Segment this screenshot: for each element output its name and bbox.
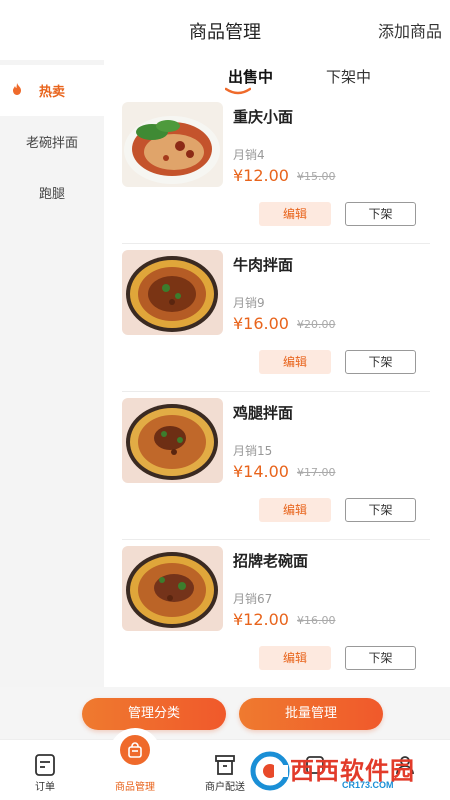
monthly-sales: 月销4 <box>233 148 265 162</box>
product-price: ¥12.00 <box>233 610 289 629</box>
status-tabs: 出售中 下架中 <box>104 60 450 96</box>
sidebar-item-errand[interactable]: 跑腿 <box>0 167 104 218</box>
product-image <box>122 398 223 483</box>
sidebar-item-label: 跑腿 <box>38 187 65 202</box>
add-product-button[interactable]: 添加商品 <box>378 18 442 42</box>
take-off-shelf-button[interactable]: 下架 <box>345 202 416 226</box>
sidebar-item-label: 老碗拌面 <box>25 136 78 151</box>
bag-icon <box>128 742 142 758</box>
product-management-screen: 商品管理 添加商品 热卖 老碗拌面 跑腿 出售中 下架中 重庆小面 月销4 ¥1… <box>0 0 450 800</box>
tab-off-shelf[interactable]: 下架中 <box>326 66 371 87</box>
product-card: 招牌老碗面 月销67 ¥12.00 ¥16.00 编辑 下架 <box>122 540 430 687</box>
product-image <box>122 102 223 187</box>
edit-button[interactable]: 编辑 <box>259 646 331 670</box>
nav-label: 商品管理 <box>115 782 155 793</box>
store-icon <box>215 755 235 775</box>
sidebar-item-label: 热卖 <box>38 85 65 100</box>
monthly-sales: 月销15 <box>233 444 273 458</box>
product-price: ¥12.00 <box>233 166 289 185</box>
edit-button[interactable]: 编辑 <box>259 498 331 522</box>
order-icon <box>35 754 55 776</box>
original-price: ¥20.00 <box>297 318 336 331</box>
action-bar: 管理分类 批量管理 <box>0 687 450 739</box>
original-price: ¥15.00 <box>297 170 336 183</box>
product-name: 牛肉拌面 <box>233 256 294 274</box>
batch-manage-button[interactable]: 批量管理 <box>239 698 383 730</box>
category-sidebar: 热卖 老碗拌面 跑腿 <box>0 60 104 687</box>
product-image <box>122 546 223 631</box>
take-off-shelf-button[interactable]: 下架 <box>345 498 416 522</box>
product-name: 重庆小面 <box>233 108 294 126</box>
watermark-logo-icon <box>250 751 290 791</box>
edit-button[interactable]: 编辑 <box>259 202 331 226</box>
original-price: ¥17.00 <box>297 466 336 479</box>
sidebar-item-laowan-noodles[interactable]: 老碗拌面 <box>0 116 104 167</box>
sidebar-item-hot[interactable]: 热卖 <box>0 65 104 116</box>
fire-icon <box>13 83 21 95</box>
edit-button[interactable]: 编辑 <box>259 350 331 374</box>
product-card: 重庆小面 月销4 ¥12.00 ¥15.00 编辑 下架 <box>122 96 430 244</box>
manage-category-button[interactable]: 管理分类 <box>82 698 226 730</box>
nav-item-orders[interactable]: 订单 <box>0 740 90 800</box>
product-card: 鸡腿拌面 月销15 ¥14.00 ¥17.00 编辑 下架 <box>122 392 430 540</box>
product-card: 牛肉拌面 月销9 ¥16.00 ¥20.00 编辑 下架 <box>122 244 430 392</box>
take-off-shelf-button[interactable]: 下架 <box>345 646 416 670</box>
product-list: 重庆小面 月销4 ¥12.00 ¥15.00 编辑 下架 牛肉拌面 月销9 ¥1… <box>104 96 450 687</box>
monthly-sales: 月销9 <box>233 296 265 310</box>
product-image <box>122 250 223 335</box>
tab-on-sale[interactable]: 出售中 <box>228 66 273 87</box>
product-price: ¥16.00 <box>233 314 289 333</box>
site-watermark: 西西软件园 CR173.COM <box>246 747 450 795</box>
product-name: 鸡腿拌面 <box>233 404 294 422</box>
take-off-shelf-button[interactable]: 下架 <box>345 350 416 374</box>
original-price: ¥16.00 <box>297 614 336 627</box>
product-name: 招牌老碗面 <box>233 552 309 570</box>
nav-label: 订单 <box>35 782 55 793</box>
monthly-sales: 月销67 <box>233 592 273 606</box>
active-tab-indicator <box>225 87 251 95</box>
watermark-url: CR173.COM <box>342 780 394 790</box>
product-price: ¥14.00 <box>233 462 289 481</box>
top-bar: 商品管理 添加商品 <box>0 0 450 60</box>
nav-item-product-management[interactable]: 商品管理 <box>90 728 180 800</box>
